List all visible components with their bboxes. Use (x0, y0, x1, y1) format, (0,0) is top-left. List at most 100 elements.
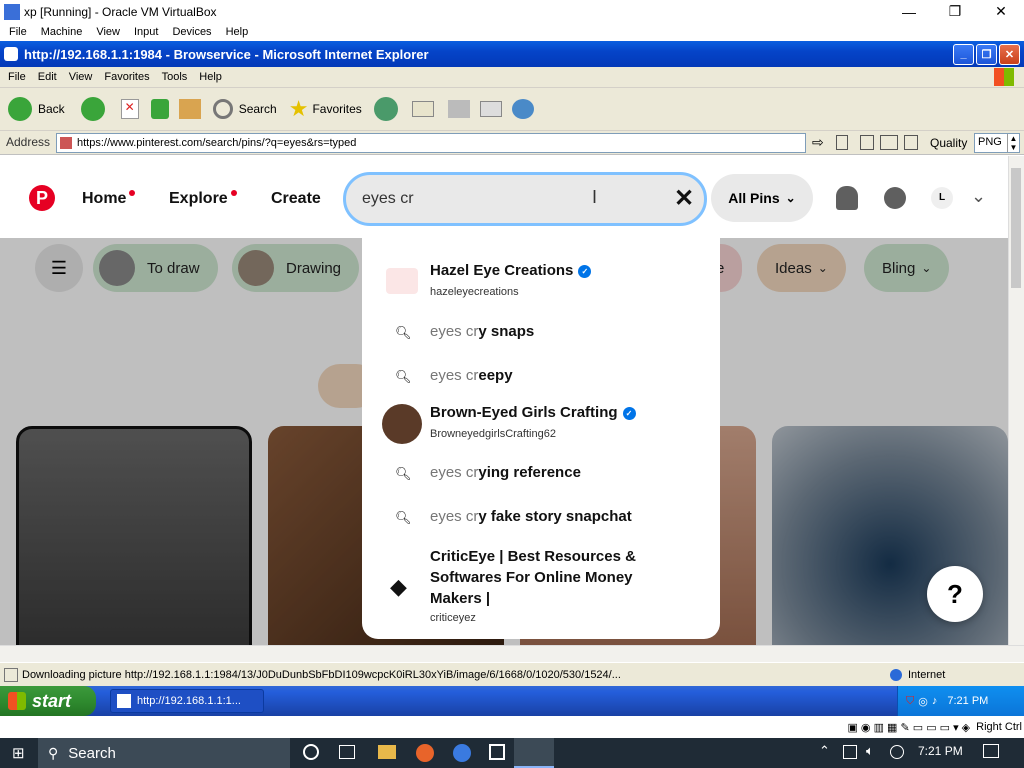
ie-menu-edit[interactable]: Edit (38, 71, 57, 83)
address-label: Address (6, 135, 51, 149)
vbox-menu-file[interactable]: File (9, 26, 27, 38)
find-icon[interactable] (880, 135, 898, 150)
ie-close-icon[interactable]: ✕ (999, 43, 1020, 65)
ie-menubar: File Edit View Favorites Tools Help (0, 67, 1024, 88)
all-pins-dropdown[interactable]: All Pins ⌄ (711, 174, 813, 222)
ie-menu-favorites[interactable]: Favorites (104, 71, 149, 83)
ie-menu-tools[interactable]: Tools (162, 71, 188, 83)
xp-clock: 7:21 PM (947, 695, 989, 707)
mail-icon[interactable] (411, 101, 434, 117)
windows-start-icon[interactable]: ⊞ (12, 744, 25, 762)
cube-icon[interactable] (489, 744, 505, 760)
all-pins-label: All Pins (728, 190, 780, 206)
virtualbox-icon[interactable] (514, 738, 554, 768)
ie-minimize-icon[interactable]: _ (953, 43, 974, 65)
tray-sound-icon[interactable]: ♪ (932, 695, 938, 707)
screenshot-icon[interactable] (860, 135, 874, 150)
nav-home[interactable]: Home (82, 190, 136, 208)
suggestion-profile[interactable]: Brown-Eyed Girls Crafting ✓ Browneyedgirl… (362, 404, 720, 444)
address-url: https://www.pinterest.com/search/pins/?q… (77, 137, 357, 149)
pinterest-logo-icon[interactable]: P (29, 185, 55, 211)
search-button[interactable]: Search (239, 102, 277, 116)
verified-icon: ✓ (622, 406, 636, 420)
search-icon: ⚲ (48, 744, 59, 761)
chrome-icon[interactable] (453, 744, 471, 762)
messages-icon[interactable] (884, 187, 906, 209)
forward-icon[interactable] (80, 97, 105, 121)
go-arrow-icon[interactable]: ⇨ (812, 134, 824, 151)
history-icon[interactable] (373, 97, 398, 121)
vbox-menu-devices[interactable]: Devices (172, 26, 211, 38)
multitask-icon[interactable] (339, 745, 355, 759)
nav-create[interactable]: Create (271, 190, 321, 208)
horizontal-scrollbar[interactable] (0, 645, 1024, 662)
win10-search-box[interactable]: ⚲ Search (38, 738, 290, 768)
taskview-icon[interactable] (303, 744, 319, 760)
ie-statusbar: Downloading picture http://192.168.1.1:1… (0, 662, 1024, 686)
vbox-menu-machine[interactable]: Machine (41, 26, 83, 38)
bell-icon[interactable] (836, 186, 858, 210)
windows-flag-icon (994, 68, 1014, 86)
chevron-up-icon[interactable]: ⌃ (819, 743, 830, 759)
help-button[interactable]: ? (927, 566, 983, 622)
profile-handle: criticeyez (430, 612, 476, 624)
minimize-icon[interactable]: — (886, 0, 932, 23)
suggestion-profile[interactable]: Hazel Eye Creations ✓ hazeleyecreations (362, 262, 720, 302)
search-text: eyes cr (362, 190, 414, 207)
search-suggestions: Hazel Eye Creations ✓ hazeleyecreations 🔍… (362, 226, 720, 639)
home-icon[interactable] (178, 99, 201, 119)
bookmark-icon[interactable] (836, 135, 848, 150)
search-magnifier-icon[interactable] (212, 99, 233, 119)
vbox-statusbar: ▣ ◉ ▥ ▦ ✎ ▭ ▭ ▭ ▾ ◈ Right Ctrl (0, 716, 1024, 738)
search-input[interactable]: eyes cr I ✕ (343, 172, 707, 226)
quality-select[interactable]: PNG ▲ ▼ (974, 133, 1020, 153)
vbox-menu-view[interactable]: View (96, 26, 120, 38)
profile-name: Hazel Eye Creations ✓ (430, 262, 592, 279)
vbox-menu-help[interactable]: Help (226, 26, 249, 38)
ie-menu-file[interactable]: File (8, 71, 26, 83)
maximize-icon[interactable]: ❐ (932, 0, 978, 23)
ie-titlebar: http://192.168.1.1:1984 - Browservice - … (0, 41, 1024, 67)
stop-icon[interactable]: ✕ (120, 99, 139, 119)
messenger-icon[interactable] (511, 99, 534, 119)
avatar[interactable]: L (931, 187, 953, 209)
ie-title: http://192.168.1.1:1984 - Browservice - … (24, 46, 429, 62)
search-icon: 🔍︎ (395, 510, 412, 525)
account-chevron-icon[interactable]: ⌄ (971, 186, 986, 207)
start-button[interactable]: start (0, 686, 96, 716)
win10-clock[interactable]: 7:21 PM (918, 744, 963, 758)
spinner-icon[interactable]: ▲ ▼ (1007, 134, 1019, 152)
back-button[interactable]: Back (38, 102, 65, 116)
notification-icon[interactable] (983, 744, 999, 758)
clear-search-icon[interactable]: ✕ (674, 184, 694, 213)
refresh-icon[interactable] (150, 99, 169, 119)
xp-tray: ⛉ ◎ ♪ 7:21 PM (897, 686, 1024, 716)
vertical-scrollbar[interactable] (1008, 156, 1024, 645)
volume-icon[interactable]: 🔈︎ (866, 743, 874, 759)
network-icon[interactable] (843, 745, 857, 759)
ie-restore-icon[interactable]: ❐ (976, 43, 997, 65)
scroll-thumb[interactable] (1011, 168, 1021, 288)
tray-network-icon[interactable]: ◎ (918, 695, 928, 708)
zoom-icon[interactable] (904, 135, 918, 150)
notification-dot (129, 190, 136, 196)
ie-menu-help[interactable]: Help (199, 71, 222, 83)
ie-menu-view[interactable]: View (69, 71, 93, 83)
back-icon[interactable] (8, 97, 32, 121)
suggestion-profile[interactable]: ◆ CriticEye | Best Resources & Softwares… (362, 546, 720, 626)
edit-icon[interactable] (479, 101, 502, 117)
tray-shield-icon[interactable]: ⛉ (906, 695, 914, 708)
vbox-menu-input[interactable]: Input (134, 26, 158, 38)
favorites-star-icon[interactable]: ★ (289, 96, 309, 122)
taskbar-item-ie[interactable]: http://192.168.1.1:1... (110, 689, 264, 713)
clock-icon[interactable] (890, 745, 904, 759)
address-field[interactable]: https://www.pinterest.com/search/pins/?q… (56, 133, 806, 153)
notification-dot (230, 190, 237, 196)
file-explorer-icon[interactable] (378, 745, 396, 759)
firefox-icon[interactable] (416, 744, 434, 762)
print-icon[interactable] (447, 100, 470, 118)
favorites-button[interactable]: Favorites (312, 102, 361, 116)
chevron-down-icon: ⌄ (785, 191, 796, 205)
nav-explore[interactable]: Explore (169, 190, 237, 208)
close-icon[interactable]: ✕ (978, 0, 1024, 23)
